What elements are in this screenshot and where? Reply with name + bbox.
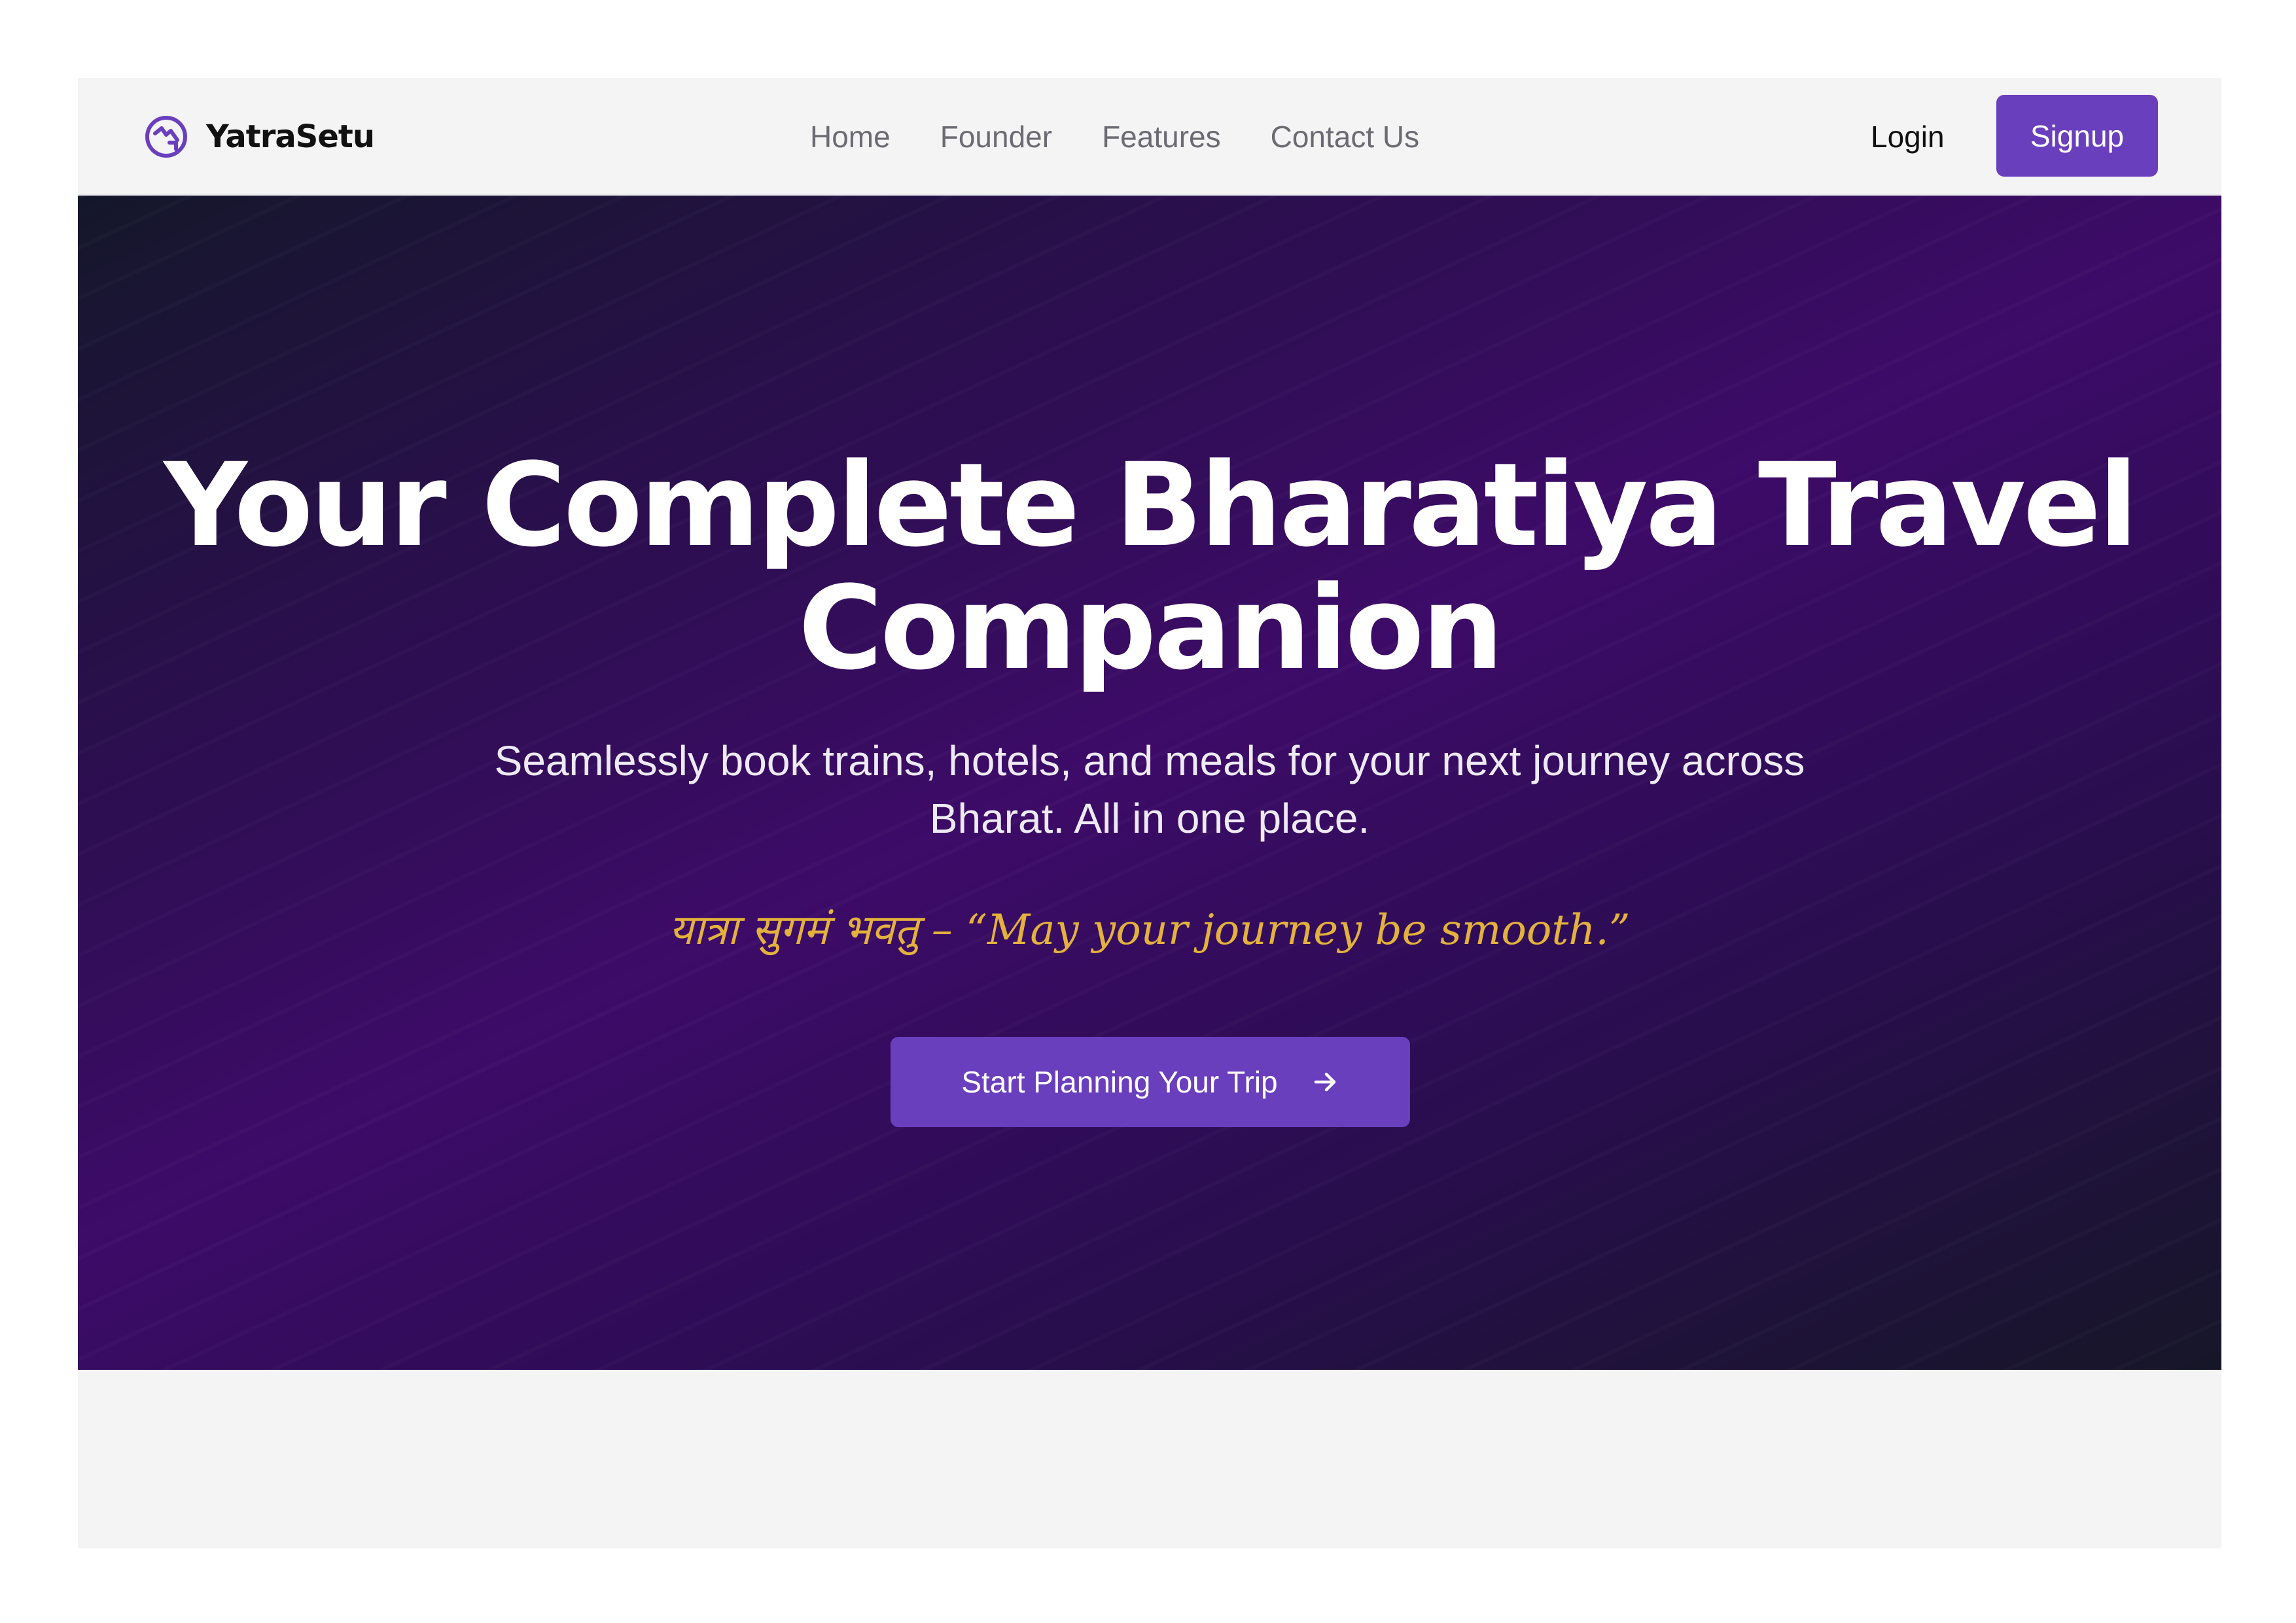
- arrow-right-icon: [1314, 1072, 1335, 1092]
- nav-link-founder[interactable]: Founder: [940, 119, 1052, 154]
- login-link[interactable]: Login: [1871, 117, 1945, 156]
- main-nav: Home Founder Features Contact Us: [810, 117, 1419, 156]
- brand-name: YatraSetu: [206, 118, 375, 155]
- brand-logo-link[interactable]: YatraSetu: [143, 111, 375, 163]
- hero-title: Your Complete Bharatiya Travel Companion: [164, 438, 2138, 695]
- nav-link-home[interactable]: Home: [810, 119, 891, 154]
- below-hero-area: [78, 1370, 2221, 1548]
- nav-link-contact-us[interactable]: Contact Us: [1271, 119, 1420, 154]
- start-planning-button[interactable]: Start Planning Your Trip: [891, 1037, 1410, 1127]
- hero-quote: यात्रा सुगमं भवतु – “May your journey be…: [669, 906, 1631, 954]
- compass-logo-icon: [145, 116, 187, 158]
- navbar: YatraSetu Home Founder Features Contact …: [78, 78, 2221, 196]
- nav-link-features[interactable]: Features: [1102, 119, 1221, 154]
- start-planning-label: Start Planning Your Trip: [961, 1065, 1278, 1099]
- hero-section: Your Complete Bharatiya Travel Companion…: [78, 196, 2221, 1370]
- hero-subtitle: Seamlessly book trains, hotels, and meal…: [494, 737, 1805, 842]
- page: YatraSetu Home Founder Features Contact …: [78, 78, 2221, 1548]
- signup-button[interactable]: Signup: [1996, 95, 2158, 177]
